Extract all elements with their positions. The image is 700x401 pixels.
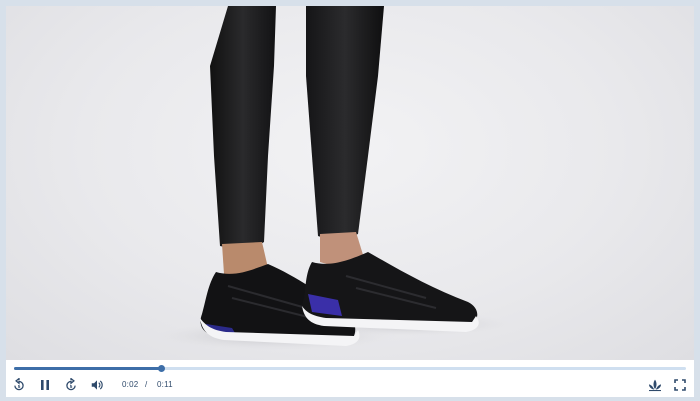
video-still-sneakers bbox=[156, 6, 511, 350]
fullscreen-button[interactable] bbox=[671, 376, 689, 394]
video-frame[interactable] bbox=[6, 6, 694, 360]
volume-button[interactable] bbox=[88, 376, 106, 394]
volume-icon bbox=[91, 380, 103, 390]
time-separator: / bbox=[145, 380, 148, 389]
adidas-trefoil-logo bbox=[646, 376, 664, 394]
replay-5-icon: 5 bbox=[14, 378, 24, 391]
forward-5-icon: 5 bbox=[66, 378, 76, 391]
svg-text:5: 5 bbox=[70, 384, 73, 389]
pause-icon bbox=[41, 380, 49, 390]
pause-button[interactable] bbox=[36, 376, 54, 394]
player-controls: 5 5 0:02 / 0:11 bbox=[6, 360, 694, 397]
progress-bar[interactable] bbox=[14, 365, 686, 372]
fullscreen-icon bbox=[674, 379, 686, 391]
video-player: 5 5 0:02 / 0:11 bbox=[0, 0, 700, 401]
replay-5-button[interactable]: 5 bbox=[10, 376, 28, 394]
adidas-trefoil-icon bbox=[649, 379, 661, 392]
progress-handle[interactable] bbox=[158, 365, 166, 372]
progress-fill bbox=[14, 367, 162, 370]
forward-5-button[interactable]: 5 bbox=[62, 376, 80, 394]
svg-text:5: 5 bbox=[18, 384, 21, 389]
duration: 0:11 bbox=[157, 380, 173, 389]
current-time: 0:02 bbox=[122, 380, 139, 389]
